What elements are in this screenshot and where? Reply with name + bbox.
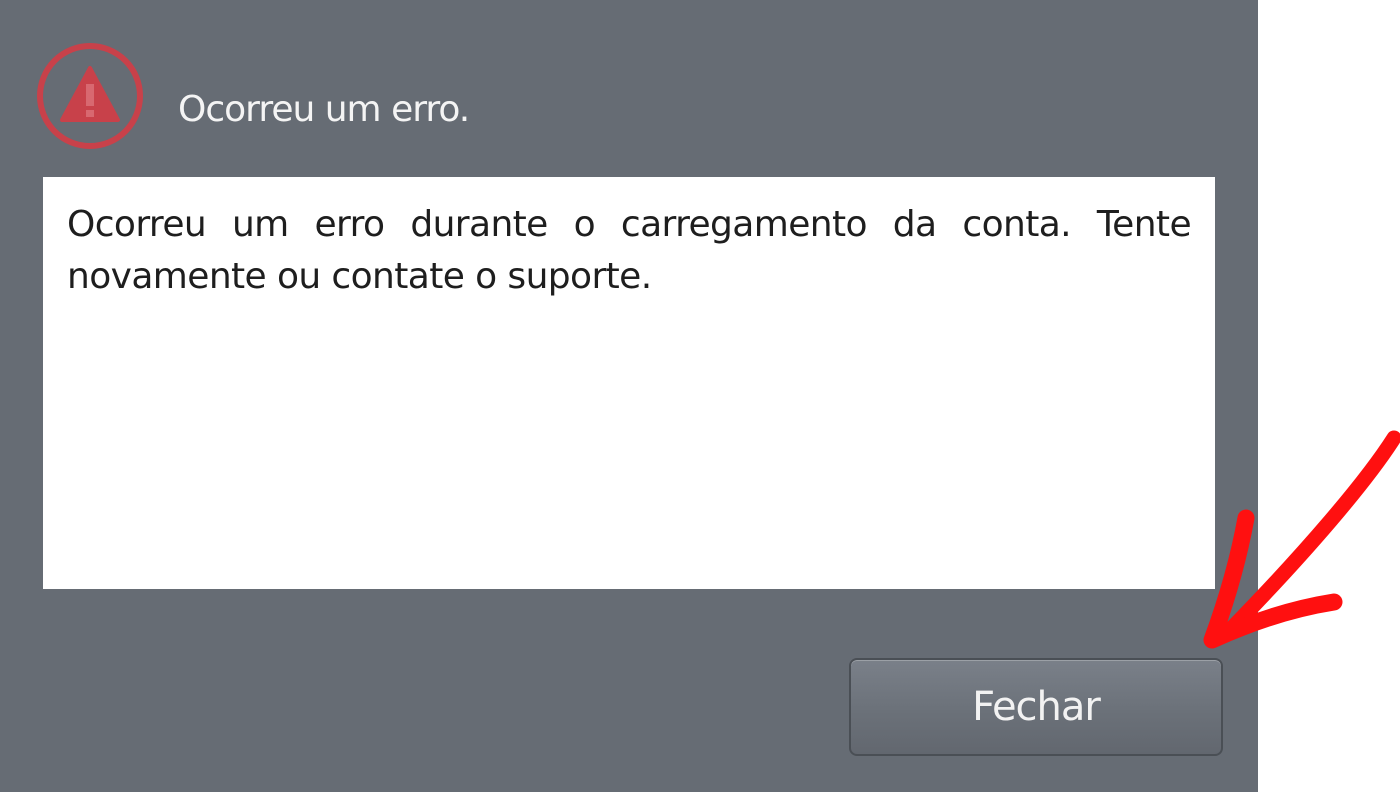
error-message: Ocorreu um erro durante o carregamento d… xyxy=(67,204,1192,297)
error-dialog: Ocorreu um erro. Ocorreu um erro durante… xyxy=(0,0,1258,792)
warning-icon xyxy=(34,40,146,152)
message-box: Ocorreu um erro durante o carregamento d… xyxy=(43,177,1215,589)
dialog-title: Ocorreu um erro. xyxy=(178,89,470,130)
page: Ocorreu um erro. Ocorreu um erro durante… xyxy=(0,0,1400,802)
close-button[interactable]: Fechar xyxy=(849,658,1223,756)
